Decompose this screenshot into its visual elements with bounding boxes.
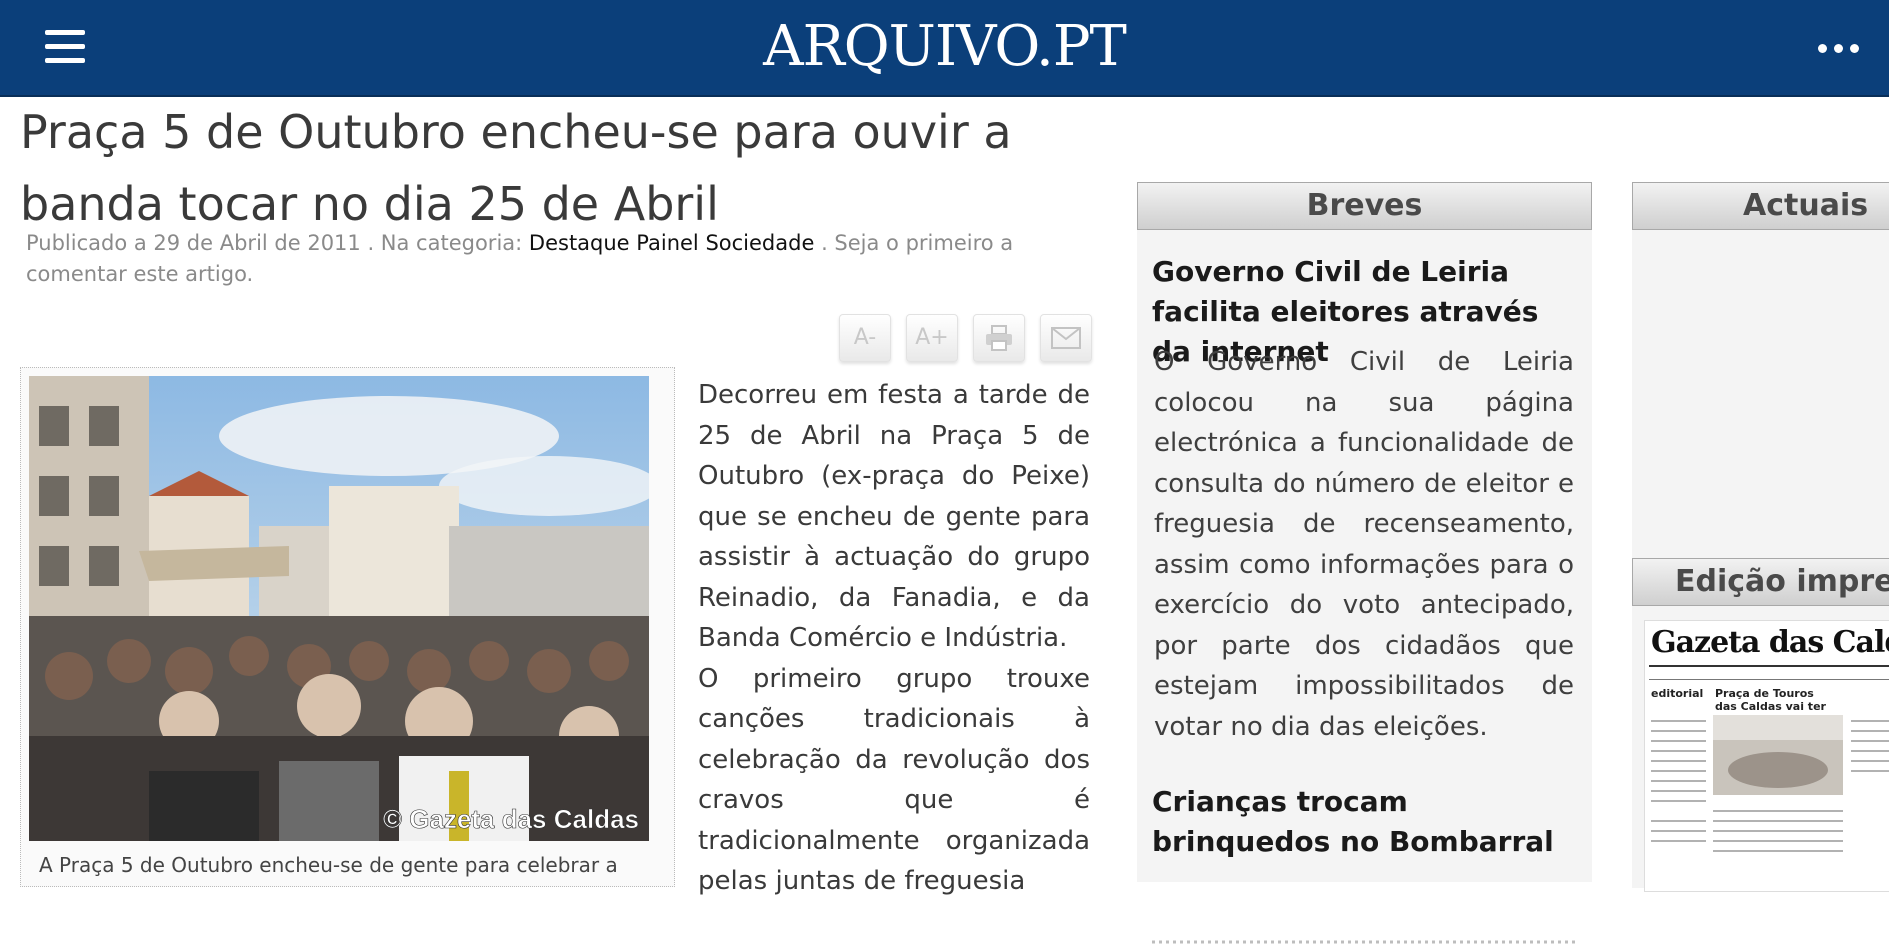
print-button[interactable] xyxy=(973,314,1025,362)
article-photo[interactable]: © Gazeta das Caldas xyxy=(29,376,649,841)
print-edition-heading: Edição impres xyxy=(1632,558,1889,606)
font-increase-icon: A+ xyxy=(915,325,949,350)
print-edition-cover[interactable]: Gazeta das Caldas editorial Praça de Tou… xyxy=(1644,620,1889,892)
article-body: Decorreu em festa a tarde de 25 de Abril… xyxy=(698,375,1090,902)
article-meta: Publicado a 29 de Abril de 2011 . Na cat… xyxy=(26,228,1076,290)
top-navigation-bar: ARQUIVO.PT xyxy=(0,0,1889,97)
photo-watermark: © Gazeta das Caldas xyxy=(383,804,639,834)
paper-section: editorial xyxy=(1651,687,1704,700)
category-link[interactable]: Destaque Painel Sociedade xyxy=(529,231,814,255)
site-logo[interactable]: ARQUIVO.PT xyxy=(0,14,1889,80)
article-paragraph: O primeiro grupo trouxe canções tradicio… xyxy=(698,663,1090,897)
article-figure: © Gazeta das Caldas A Praça 5 de Outubro… xyxy=(20,367,675,887)
breves-heading: Breves xyxy=(1137,182,1592,230)
paper-text-columns xyxy=(1651,720,1889,852)
breves-panel: Breves Governo Civil de Leiria facilita … xyxy=(1137,182,1592,944)
more-dots-icon[interactable] xyxy=(1818,44,1868,54)
brief-title-link[interactable]: Crianças trocam brinquedos no Bombarral xyxy=(1152,782,1582,862)
print-icon xyxy=(986,325,1012,351)
actuais-heading: Actuais xyxy=(1632,182,1889,230)
paper-masthead: Gazeta das Caldas xyxy=(1651,625,1889,660)
print-edition-panel: Edição impres Gazeta das Caldas editoria… xyxy=(1632,558,1889,892)
photo-caption: A Praça 5 de Outubro encheu-se de gente … xyxy=(39,853,618,877)
email-icon xyxy=(1051,327,1081,349)
email-button[interactable] xyxy=(1040,314,1092,362)
publish-info: Publicado a 29 de Abril de 2011 . Na cat… xyxy=(26,231,523,255)
article-title: Praça 5 de Outubro encheu-se para ouvir … xyxy=(20,105,1012,231)
font-increase-button[interactable]: A+ xyxy=(906,314,958,362)
font-decrease-icon: A- xyxy=(853,325,877,350)
font-decrease-button[interactable]: A- xyxy=(839,314,891,362)
brief-divider xyxy=(1152,940,1577,944)
article-paragraph: Decorreu em festa a tarde de 25 de Abril… xyxy=(698,380,1090,653)
brief-text: O Governo Civil de Leiria colocou na sua… xyxy=(1154,347,1574,742)
